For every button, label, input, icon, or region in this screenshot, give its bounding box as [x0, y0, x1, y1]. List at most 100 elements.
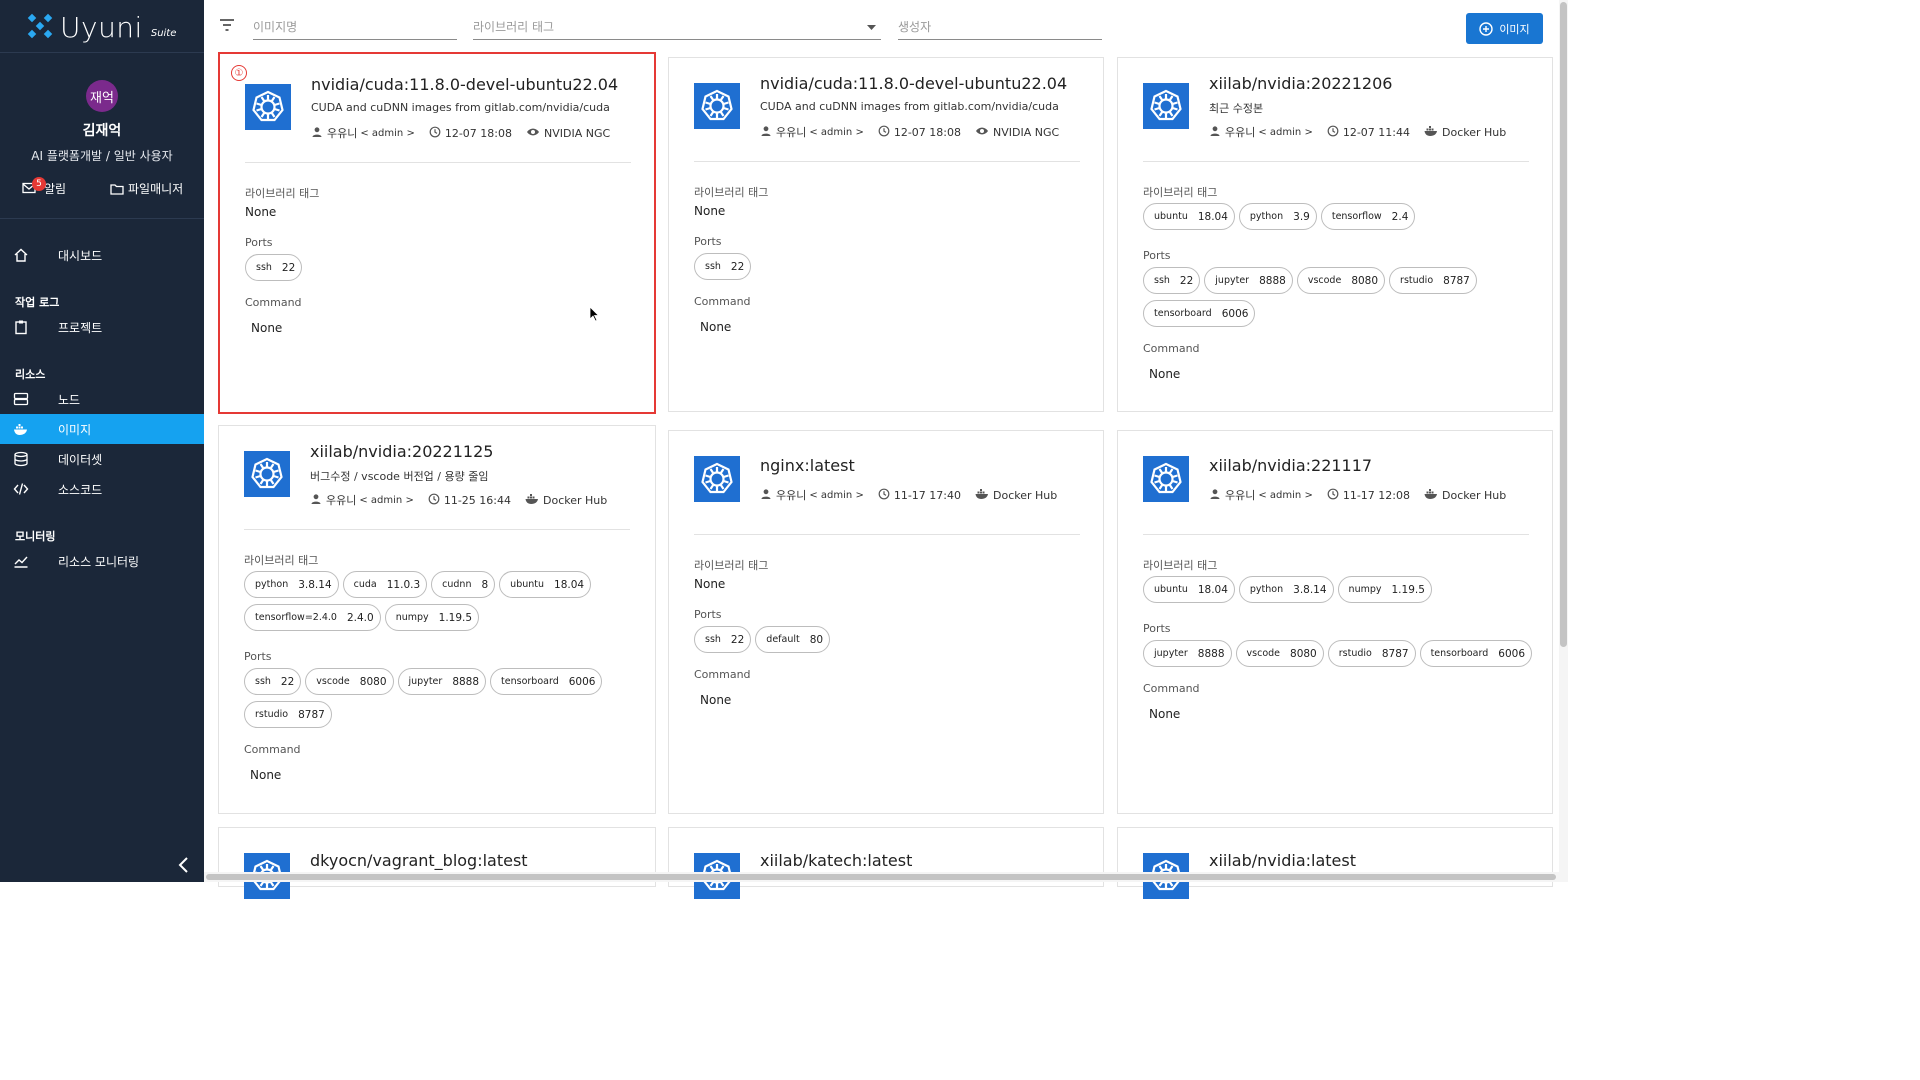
library-tag-input[interactable]: [473, 19, 881, 34]
chart-line-icon: [14, 556, 28, 568]
database-icon: [14, 451, 28, 467]
port-chip[interactable]: rstudio 8787: [1389, 267, 1477, 294]
library-tag-chip[interactable]: python 3.8.14: [1238, 576, 1334, 603]
image-card[interactable]: xiilab/nvidia:221117 우유니 < admin > 11-17 12…: [1117, 430, 1553, 814]
sidebar-divider: [0, 52, 204, 53]
image-name[interactable]: dkyocn/vagrant_blog:latest: [310, 851, 528, 870]
port-chip[interactable]: rstudio 8787: [1327, 640, 1416, 667]
library-tag-chip[interactable]: python 3.8.14: [244, 571, 339, 598]
sidebar-item-resource-monitoring[interactable]: 리소스 모니터링: [0, 546, 204, 576]
library-tag-chip[interactable]: ubuntu 18.04: [1143, 576, 1235, 603]
image-card[interactable]: xiilab/nvidia:20221125 버그수정 / vscode 버전업 …: [218, 425, 656, 814]
chip-key: vscode: [1246, 648, 1281, 659]
scrollbar-thumb[interactable]: [1560, 2, 1567, 647]
image-name[interactable]: xiilab/nvidia:20221206: [1209, 74, 1392, 93]
image-name[interactable]: xiilab/nvidia:20221125: [310, 442, 493, 461]
chevron-down-icon[interactable]: [867, 25, 876, 30]
vertical-scrollbar[interactable]: [1559, 0, 1568, 882]
port-chip[interactable]: jupyter 8888: [397, 668, 487, 695]
sidebar-item-node[interactable]: 노드: [0, 384, 204, 414]
avatar[interactable]: 재억: [86, 80, 118, 112]
port-chip[interactable]: rstudio 8787: [244, 701, 332, 728]
port-chip[interactable]: vscode 8080: [1235, 640, 1324, 667]
collapse-sidebar-icon[interactable]: [176, 856, 192, 874]
filter-icon[interactable]: [219, 18, 235, 32]
image-card[interactable]: xiilab/nvidia:20221206 최근 수정본 우유니 < admin >…: [1117, 57, 1553, 412]
nvidia-icon: [975, 125, 989, 140]
port-chip[interactable]: ssh 22: [694, 626, 752, 653]
port-chip[interactable]: ssh 22: [244, 668, 302, 695]
docker-icon: [1424, 488, 1438, 503]
library-tag-chip[interactable]: numpy 1.19.5: [384, 604, 480, 631]
image-name[interactable]: nginx:latest: [760, 456, 855, 475]
creator-input[interactable]: [898, 19, 1102, 34]
image-name-input[interactable]: [253, 19, 457, 34]
sidebar-item-label: 리소스 모니터링: [58, 554, 140, 569]
image-card[interactable]: ① nvidia/cuda:11.8.0-devel-ubuntu22.04 CUD…: [218, 52, 656, 414]
library-tag-label: 라이브러리 태그: [244, 554, 319, 567]
ports-label: Ports: [1143, 249, 1171, 262]
image-source: Docker Hub: [1442, 488, 1507, 502]
port-chip[interactable]: tensorboard 6006: [1143, 300, 1256, 327]
kubernetes-icon: [1143, 456, 1189, 502]
section-monitoring: 모니터링: [15, 530, 56, 543]
alerts-label: 알림: [44, 182, 67, 196]
library-tag-chip[interactable]: tensorflow=2.4.0 2.4.0: [244, 604, 381, 631]
sidebar-item-image[interactable]: 이미지: [0, 414, 204, 444]
library-tag-value: None: [694, 204, 726, 218]
library-tag-chip[interactable]: ubuntu 18.04: [1143, 203, 1235, 230]
library-tag-chip[interactable]: tensorflow 2.4: [1320, 203, 1416, 230]
library-tag-chip[interactable]: ubuntu 18.04: [499, 571, 592, 598]
image-meta: 우유니 < admin > 11-25 16:44 Docker Hub: [310, 492, 607, 508]
mail-icon: 5: [22, 176, 46, 196]
port-chip[interactable]: ssh 22: [1143, 267, 1201, 294]
library-tag-chip[interactable]: python 3.9: [1238, 203, 1317, 230]
scrollbar-thumb[interactable]: [206, 874, 1556, 880]
port-chip[interactable]: jupyter 8888: [1204, 267, 1293, 294]
image-name[interactable]: nvidia/cuda:11.8.0-devel-ubuntu22.04: [760, 74, 1067, 93]
chip-key: python: [1249, 584, 1284, 595]
sidebar-item-dataset[interactable]: 데이터셋: [0, 444, 204, 474]
sidebar-item-dashboard[interactable]: 대시보드: [0, 240, 204, 270]
creator-filter[interactable]: [898, 14, 1102, 40]
image-name[interactable]: xiilab/nvidia:latest: [1209, 851, 1356, 870]
port-chip[interactable]: jupyter 8888: [1143, 640, 1232, 667]
image-source: Docker Hub: [1442, 125, 1507, 139]
library-tag-filter[interactable]: [473, 14, 881, 40]
image-name-filter[interactable]: [253, 14, 457, 40]
library-tag-chip[interactable]: cudnn 8: [431, 571, 496, 598]
chip-key: rstudio: [255, 709, 289, 720]
add-image-button[interactable]: 이미지: [1466, 13, 1543, 44]
image-card[interactable]: nvidia/cuda:11.8.0-devel-ubuntu22.04 CUDA…: [668, 57, 1104, 412]
chip-value: 2.4.0: [346, 611, 374, 624]
file-manager-label: 파일매니저: [128, 182, 184, 196]
mouse-cursor-icon: [589, 306, 599, 322]
library-tag-chip[interactable]: numpy 1.19.5: [1337, 576, 1432, 603]
image-meta: 우유니 < admin > 11-17 17:40 Docker Hub: [760, 487, 1057, 503]
alerts-link[interactable]: 5 알림: [22, 176, 67, 197]
library-tag-list: python 3.8.14 cuda 11.0.3 cudnn 8 ubuntu 18.04 t…: [244, 571, 644, 631]
image-name[interactable]: nvidia/cuda:11.8.0-devel-ubuntu22.04: [311, 75, 618, 94]
sidebar-item-source[interactable]: 소스코드: [0, 474, 204, 504]
chip-value: 3.8.14: [298, 578, 332, 591]
library-tag-chip[interactable]: cuda 11.0.3: [342, 571, 428, 598]
image-name[interactable]: xiilab/katech:latest: [760, 851, 912, 870]
creator-role: < admin >: [360, 127, 415, 139]
image-name[interactable]: xiilab/nvidia:221117: [1209, 456, 1372, 475]
port-chip[interactable]: default 80: [755, 626, 831, 653]
file-manager-link[interactable]: 파일매니저: [110, 180, 183, 197]
port-chip[interactable]: tensorboard 6006: [1419, 640, 1533, 667]
uyuni-logo[interactable]: Uyuni Suite: [26, 10, 176, 44]
sidebar-item-project[interactable]: 프로젝트: [0, 312, 204, 342]
port-chip[interactable]: ssh 22: [694, 253, 752, 280]
port-chip[interactable]: vscode 8080: [305, 668, 394, 695]
creator-role: < admin >: [809, 489, 864, 501]
port-chip[interactable]: ssh 22: [245, 254, 303, 281]
port-chip[interactable]: vscode 8080: [1296, 267, 1386, 294]
port-chip[interactable]: tensorboard 6006: [490, 668, 603, 695]
image-card[interactable]: nginx:latest 우유니 < admin > 11-17 17:40 Docke…: [668, 430, 1104, 814]
chip-key: numpy: [395, 612, 429, 623]
port-list: ssh 22: [694, 253, 1094, 280]
horizontal-scrollbar[interactable]: [204, 872, 1559, 882]
created-time: 12-07 11:44: [1342, 125, 1410, 139]
